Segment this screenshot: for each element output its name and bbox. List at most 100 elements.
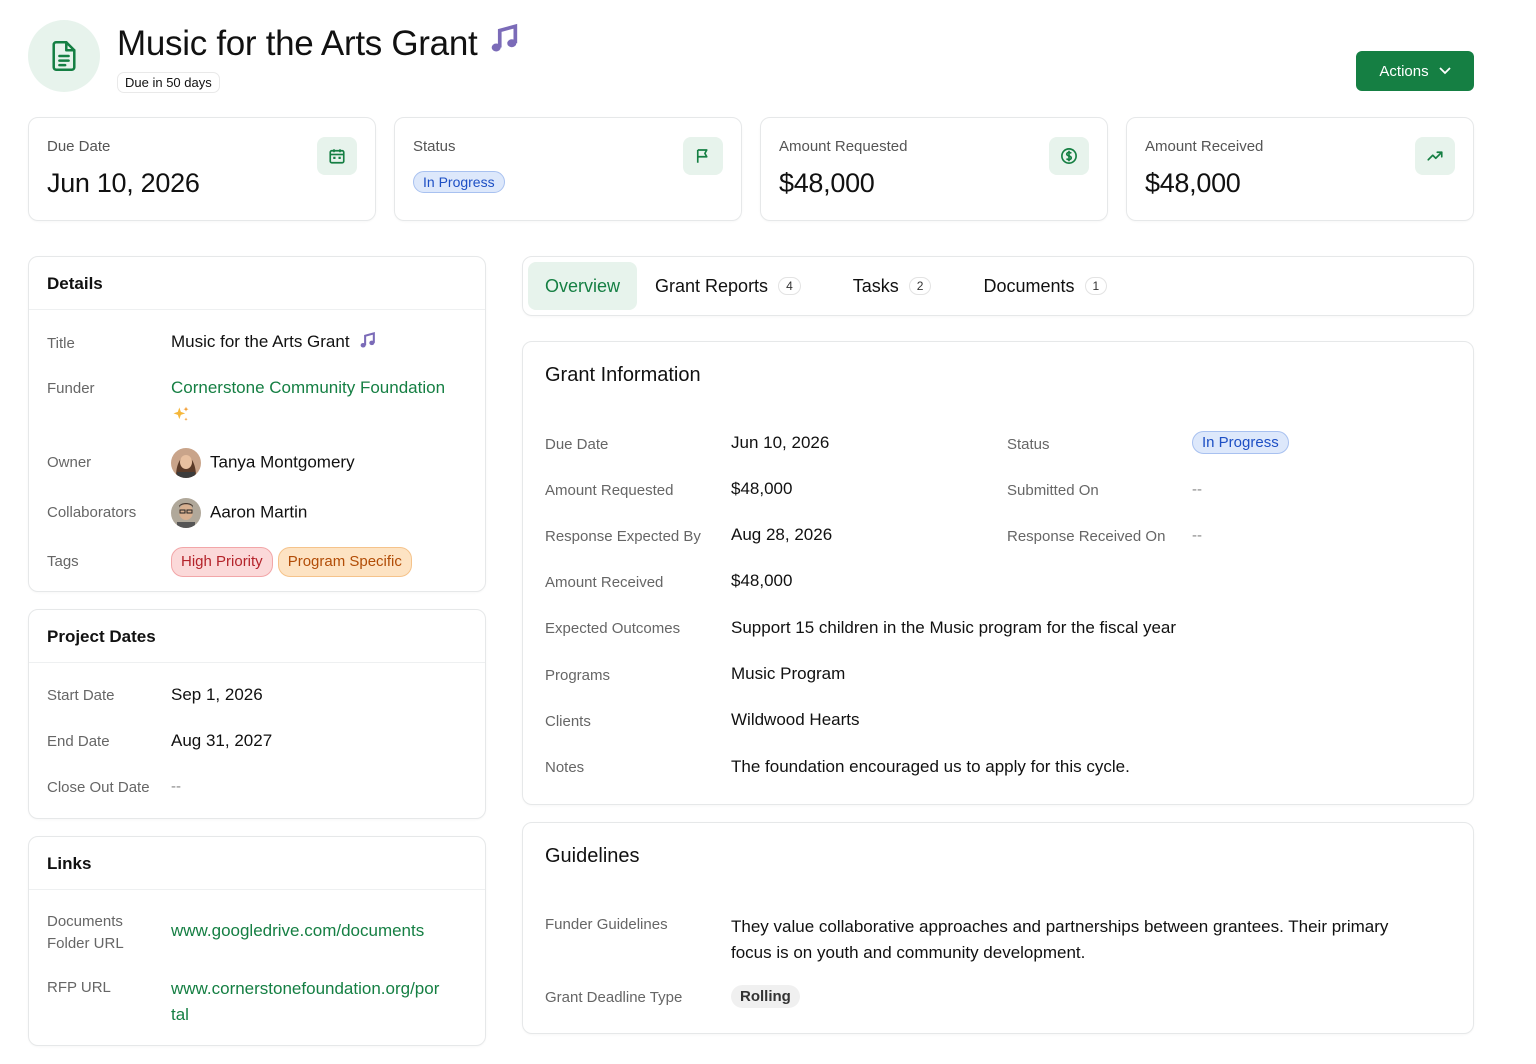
chevron-down-icon bbox=[1438, 67, 1451, 75]
info-due-date-value: Jun 10, 2026 bbox=[731, 433, 830, 452]
detail-label: Owner bbox=[47, 454, 92, 471]
due-badge: Due in 50 days bbox=[117, 72, 220, 93]
info-label: Clients bbox=[545, 713, 591, 730]
tag-program-specific[interactable]: Program Specific bbox=[277, 547, 412, 577]
detail-label: Collaborators bbox=[47, 504, 137, 521]
status-badge: In Progress bbox=[413, 171, 505, 193]
rfp-link-line-1: www.cornerstonefoundation.org/por bbox=[171, 979, 440, 998]
tags-list: High Priority Program Specific bbox=[171, 547, 417, 577]
info-label: Due Date bbox=[545, 436, 609, 453]
stat-cards: Due Date Jun 10, 2026 Status In Progress… bbox=[28, 117, 1474, 221]
page-title: Music for the Arts Grant bbox=[117, 22, 521, 65]
detail-label: Title bbox=[47, 335, 75, 352]
info-response-received-value: -- bbox=[1192, 527, 1202, 544]
deadline-type-badge: Rolling bbox=[731, 985, 800, 1008]
avatar bbox=[171, 498, 201, 528]
links-heading: Links bbox=[29, 837, 485, 890]
link-label-line-2: Folder URL bbox=[47, 935, 124, 952]
detail-label: Funder bbox=[47, 380, 95, 397]
detail-label: Tags bbox=[47, 553, 79, 570]
tab-bar: Overview Grant Reports 4 Tasks 2 Documen… bbox=[522, 256, 1474, 316]
guidelines-heading: Guidelines bbox=[545, 845, 640, 867]
info-outcomes-value: Support 15 children in the Music program… bbox=[731, 618, 1177, 637]
end-date-value: Aug 31, 2027 bbox=[171, 731, 273, 750]
links-panel: Links Documents Folder URL www.googledri… bbox=[28, 836, 486, 1046]
funder-guidelines-line-2: focus is on youth and community developm… bbox=[731, 943, 1086, 962]
calendar-icon bbox=[317, 137, 357, 175]
tab-count: 1 bbox=[1084, 277, 1108, 295]
dollar-circle-icon bbox=[1049, 137, 1089, 175]
tag-high-priority[interactable]: High Priority bbox=[171, 547, 273, 577]
info-label: Expected Outcomes bbox=[545, 620, 681, 637]
details-panel: Details Title Music for the Arts Grant F… bbox=[28, 256, 486, 592]
details-heading: Details bbox=[29, 257, 485, 310]
info-response-expected-value: Aug 28, 2026 bbox=[731, 525, 833, 544]
close-date-value: -- bbox=[171, 778, 181, 795]
stat-value: $48,000 bbox=[779, 168, 875, 198]
stat-label: Due Date bbox=[47, 138, 111, 155]
owner-name: Tanya Montgomery bbox=[210, 452, 355, 472]
stat-value: $48,000 bbox=[1145, 168, 1241, 198]
project-dates-heading: Project Dates bbox=[29, 610, 485, 663]
trending-up-icon bbox=[1415, 137, 1455, 175]
guidelines-panel: Guidelines Funder Guidelines They value … bbox=[522, 822, 1474, 1034]
info-label: Status bbox=[1007, 436, 1050, 453]
info-label: Response Expected By bbox=[545, 528, 701, 545]
link-label: RFP URL bbox=[47, 979, 111, 996]
info-label: Grant Deadline Type bbox=[545, 989, 683, 1006]
owner-value: Tanya Montgomery bbox=[171, 448, 355, 478]
project-dates-panel: Project Dates Start Date Sep 1, 2026 End… bbox=[28, 609, 486, 819]
title-text: Music for the Arts Grant bbox=[171, 332, 350, 351]
stat-card-amount-received: Amount Received $48,000 bbox=[1126, 117, 1474, 221]
info-label: Amount Received bbox=[545, 574, 664, 591]
tab-grant-reports[interactable]: Grant Reports 4 bbox=[655, 262, 818, 310]
collaborator-name: Aaron Martin bbox=[210, 502, 308, 522]
tab-tasks[interactable]: Tasks 2 bbox=[836, 262, 949, 310]
project-label: Start Date bbox=[47, 687, 115, 704]
link-label-line-1: Documents bbox=[47, 913, 123, 930]
tab-count: 2 bbox=[908, 277, 932, 295]
info-amount-received-value: $48,000 bbox=[731, 571, 793, 590]
tab-label: Grant Reports bbox=[655, 275, 769, 296]
grant-information-panel: Grant Information Due Date Jun 10, 2026 … bbox=[522, 341, 1474, 805]
tab-count: 4 bbox=[778, 277, 801, 295]
actions-label: Actions bbox=[1379, 62, 1429, 80]
info-label: Funder Guidelines bbox=[545, 916, 668, 933]
document-icon bbox=[28, 20, 100, 92]
funder-guidelines-line-1: They value collaborative approaches and … bbox=[731, 917, 1389, 936]
info-submitted-on-value: -- bbox=[1192, 481, 1202, 498]
info-amount-requested-value: $48,000 bbox=[731, 479, 793, 498]
tab-label: Overview bbox=[545, 275, 621, 296]
stat-label: Status bbox=[413, 138, 456, 155]
info-label: Programs bbox=[545, 667, 611, 684]
info-notes-value: The foundation encouraged us to apply fo… bbox=[731, 757, 1130, 776]
documents-folder-link[interactable]: www.googledrive.com/documents bbox=[171, 918, 424, 944]
page-title-text: Music for the Arts Grant bbox=[117, 23, 478, 63]
stat-card-due-date: Due Date Jun 10, 2026 bbox=[28, 117, 376, 221]
status-badge: In Progress bbox=[1192, 431, 1289, 454]
page-header: Music for the Arts Grant Due in 50 days … bbox=[28, 20, 1474, 94]
music-note-icon bbox=[487, 22, 521, 65]
start-date-value: Sep 1, 2026 bbox=[171, 685, 263, 704]
actions-button[interactable]: Actions bbox=[1356, 51, 1474, 91]
avatar bbox=[171, 448, 201, 478]
clients-link[interactable]: Wildwood Hearts bbox=[731, 710, 860, 730]
sparkles-icon bbox=[171, 405, 191, 430]
stat-label: Amount Requested bbox=[779, 138, 908, 155]
tab-documents[interactable]: Documents 1 bbox=[966, 262, 1124, 310]
tab-label: Tasks bbox=[852, 275, 899, 296]
flag-icon bbox=[683, 137, 723, 175]
stat-label: Amount Received bbox=[1145, 138, 1264, 155]
programs-link[interactable]: Music Program bbox=[731, 664, 845, 684]
info-label: Submitted On bbox=[1007, 482, 1099, 499]
rfp-link-line-2: tal bbox=[171, 1005, 189, 1024]
collaborator-value: Aaron Martin bbox=[171, 498, 307, 528]
info-label: Notes bbox=[545, 759, 585, 776]
tab-overview[interactable]: Overview bbox=[528, 262, 638, 310]
funder-link[interactable]: Cornerstone Community Foundation bbox=[171, 375, 445, 401]
rfp-link[interactable]: www.cornerstonefoundation.org/por tal bbox=[171, 976, 439, 1028]
detail-value-title: Music for the Arts Grant bbox=[171, 329, 377, 358]
link-label: Documents Folder URL bbox=[47, 911, 124, 955]
funder-guidelines-value: They value collaborative approaches and … bbox=[731, 914, 1388, 966]
tab-label: Documents bbox=[983, 275, 1075, 296]
